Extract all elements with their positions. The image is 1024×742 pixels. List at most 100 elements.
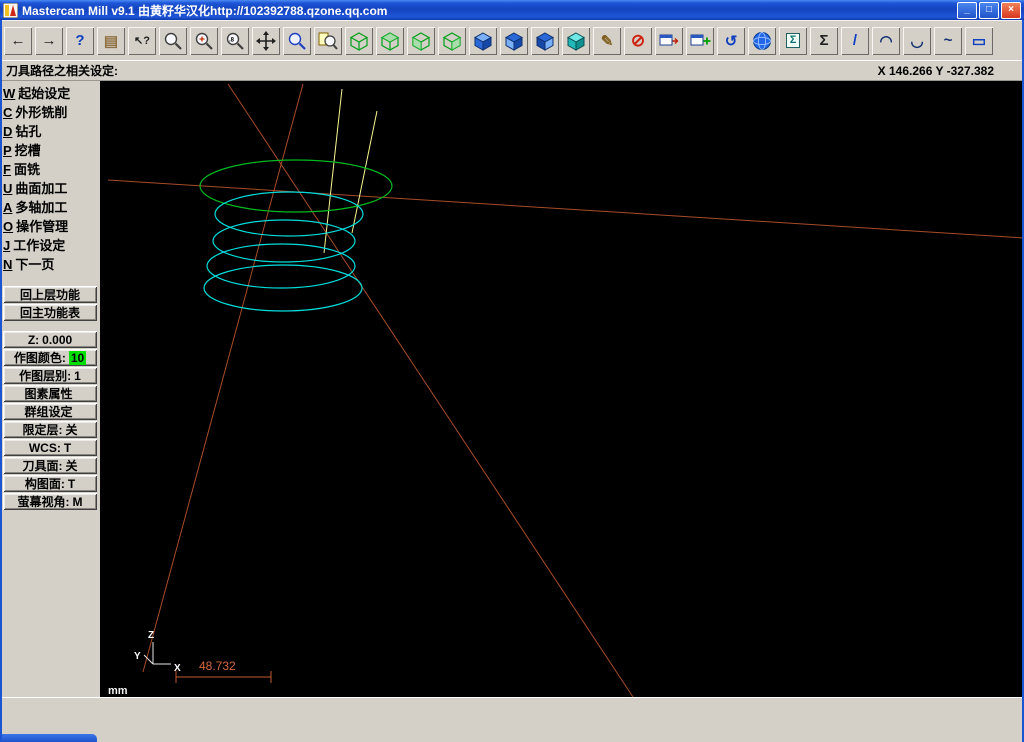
x-axis-label: X [174, 663, 181, 674]
screen-blank-icon[interactable] [655, 26, 683, 55]
rect-icon[interactable]: ▭ [965, 26, 993, 55]
line-icon[interactable]: / [841, 26, 869, 55]
tool-axis-lines [323, 88, 378, 254]
hotkey: D [3, 124, 13, 139]
zoom-scale-icon[interactable]: .8 [221, 26, 249, 55]
y-axis-label: Y [134, 651, 141, 662]
gview-iso1-icon[interactable] [345, 26, 373, 55]
close-button[interactable]: × [1001, 1, 1021, 19]
pan-icon[interactable] [252, 26, 280, 55]
sidebar-item-multiaxis[interactable]: A 多轴加工 [0, 198, 100, 217]
repaint-icon[interactable] [314, 26, 342, 55]
bottom-bar [0, 697, 1024, 742]
hotkey: O [3, 219, 14, 234]
forward-icon[interactable]: → [35, 26, 63, 55]
menu-label: 曲面加工 [15, 181, 68, 196]
status-value: 1 [74, 368, 81, 383]
hotkey: N [3, 257, 13, 272]
hotkey: W [3, 86, 16, 101]
hotkey: A [3, 200, 13, 215]
stats-icon[interactable]: Σ [779, 26, 807, 55]
gview-iso-solid-icon[interactable] [562, 26, 590, 55]
gview-top-icon[interactable] [469, 26, 497, 55]
gview-iso3-icon[interactable] [407, 26, 435, 55]
arc-down-icon[interactable]: ◡ [903, 26, 931, 55]
gview-side-icon[interactable] [531, 26, 559, 55]
status-value: T [67, 476, 76, 491]
gview-iso2-icon[interactable] [376, 26, 404, 55]
status-value: T [63, 440, 72, 455]
sidebar-item-surface[interactable]: U 曲面加工 [0, 179, 100, 198]
status-label: WCS: [28, 440, 61, 455]
minimize-button[interactable]: _ [957, 1, 977, 19]
sidebar-item-operations[interactable]: O 操作管理 [0, 217, 100, 236]
delete-icon[interactable]: ⊘ [624, 26, 652, 55]
screen-next-icon[interactable] [686, 26, 714, 55]
status-value: 关 [65, 459, 78, 473]
limit-level-button[interactable]: 限定层: 关 [3, 421, 97, 438]
gview-front-icon[interactable] [500, 26, 528, 55]
zoom-icon[interactable] [159, 26, 187, 55]
status-label: 萤幕视角: [17, 495, 70, 509]
sidebar-item-contour[interactable]: C 外形铣削 [0, 103, 100, 122]
restore-button[interactable]: □ [979, 1, 999, 19]
z-depth-button[interactable]: Z: 0.000 [3, 331, 97, 348]
sidebar-item-pocket[interactable]: P 挖槽 [0, 141, 100, 160]
graphics-viewport[interactable]: Z Y X 48.732 mm [100, 81, 1024, 698]
title-bar[interactable]: Mastercam Mill v9.1 由黄籽华汉化http://1023927… [0, 0, 1024, 20]
spline-icon[interactable]: ~ [934, 26, 962, 55]
help-icon[interactable]: ? [66, 26, 94, 55]
sketch-icon[interactable]: ✎ [593, 26, 621, 55]
analyze-icon[interactable]: ▤ [97, 26, 125, 55]
status-value: 10 [68, 350, 87, 365]
zoom-select-icon[interactable] [283, 26, 311, 55]
undo-icon[interactable]: ↺ [717, 26, 745, 55]
sigma-icon[interactable]: Σ [810, 26, 838, 55]
construction-plane-button[interactable]: 构图面: T [3, 475, 97, 492]
status-value: 0.000 [42, 332, 73, 347]
globe-icon[interactable] [748, 26, 776, 55]
axis-indicator: Z Y X [134, 630, 181, 674]
dimension-ruler: 48.732 [175, 659, 272, 683]
svg-text:.8: .8 [229, 37, 235, 43]
z-axis-label: Z [148, 630, 154, 641]
zoom-in-icon[interactable] [190, 26, 218, 55]
cursor-help-icon[interactable]: ↖? [128, 26, 156, 55]
arc-icon[interactable]: ◠ [872, 26, 900, 55]
sidebar-item-next-page[interactable]: N 下一页 [0, 255, 100, 274]
cursor-coordinates: X 146.266 Y -327.382 [877, 63, 994, 78]
back-icon[interactable]: ← [4, 26, 32, 55]
construction-lines [107, 83, 1024, 698]
status-label: 图素属性 [24, 387, 73, 401]
group-button[interactable]: 群组设定 [3, 403, 97, 420]
app-icon [3, 2, 18, 18]
units-label: mm [108, 685, 128, 697]
menu-label: 下一页 [15, 257, 55, 272]
drawing-area: Z Y X 48.732 mm [107, 83, 1024, 698]
draw-level-button[interactable]: 作图层别: 1 [3, 367, 97, 384]
draw-color-button[interactable]: 作图颜色: 10 [3, 349, 97, 366]
status-label: 限定层: [22, 423, 63, 437]
tool-plane-button[interactable]: 刀具面: 关 [3, 457, 97, 474]
sidebar-item-job-setup[interactable]: J 工作设定 [0, 236, 100, 255]
back-menu-button[interactable]: 回上层功能 [3, 286, 97, 303]
window-edge-left [0, 20, 2, 742]
attributes-button[interactable]: 图素属性 [3, 385, 97, 402]
prompt-text: 刀具路径之相关设定: [6, 64, 118, 78]
prompt-bar: 刀具路径之相关设定: X 146.266 Y -327.382 [0, 60, 1024, 81]
gview-button[interactable]: 萤幕视角: M [3, 493, 97, 510]
status-label: 作图颜色: [13, 351, 66, 365]
sidebar-item-start-setup[interactable]: W 起始设定 [0, 84, 100, 103]
sidebar-item-drill[interactable]: D 钻孔 [0, 122, 100, 141]
menu-label: 挖槽 [14, 143, 41, 158]
main-menu-button[interactable]: 回主功能表 [3, 304, 97, 321]
mastercam-window: Mastercam Mill v9.1 由黄籽华汉化http://1023927… [0, 0, 1024, 742]
sidebar-item-face-mill[interactable]: F 面铣 [0, 160, 100, 179]
menu-label: 外形铣削 [15, 105, 68, 120]
menu-label: 操作管理 [16, 219, 69, 234]
gview-iso4-icon[interactable] [438, 26, 466, 55]
status-label: 构图面: [24, 477, 65, 491]
status-label: 作图层别: [19, 369, 72, 383]
menu-sidebar: W 起始设定 C 外形铣削 D 钻孔 P 挖槽 F 面铣 U 曲面加工 A 多轴加工 O 操作管… [0, 81, 100, 697]
wcs-button[interactable]: WCS: T [3, 439, 97, 456]
